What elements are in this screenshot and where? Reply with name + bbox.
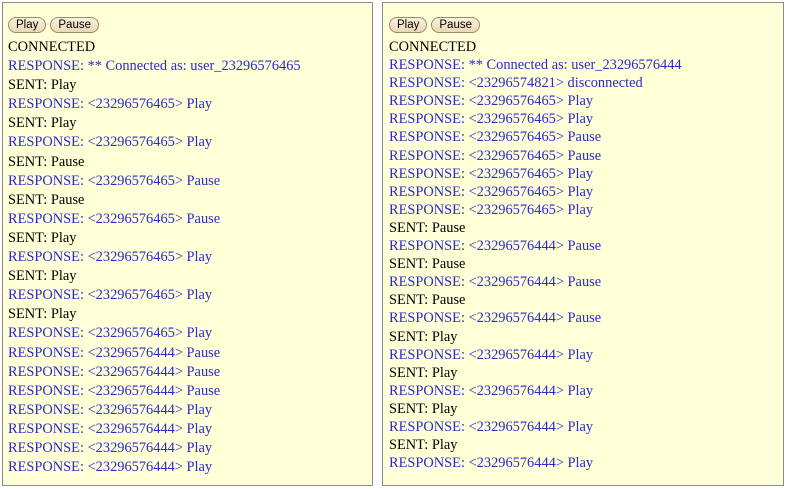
response-line: RESPONSE: <23296576465> Pause xyxy=(8,172,221,189)
status-line: CONNECTED xyxy=(8,39,96,55)
response-line: RESPONSE: <23296576465> Play xyxy=(8,287,213,304)
response-line: RESPONSE: <23296576444> Pause xyxy=(389,238,602,255)
sent-line: SENT: Play xyxy=(8,268,77,285)
response-line: RESPONSE: <23296576444> Pause xyxy=(389,310,602,327)
response-line: RESPONSE: <23296576444> Play xyxy=(389,455,594,472)
pause-button[interactable]: Pause xyxy=(431,17,480,33)
sent-line: SENT: Play xyxy=(8,77,77,94)
response-line: RESPONSE: <23296576465> Play xyxy=(389,165,594,182)
sent-line: SENT: Play xyxy=(389,437,458,454)
response-line: RESPONSE: <23296576465> Play xyxy=(8,134,213,151)
sent-line: SENT: Pause xyxy=(8,153,85,170)
response-line: RESPONSE: <23296576444> Play xyxy=(8,439,213,456)
response-line: RESPONSE: <23296576465> Play xyxy=(389,93,594,110)
response-line: RESPONSE: <23296576465> Pause xyxy=(389,147,602,164)
sent-line: SENT: Play xyxy=(389,328,458,345)
sent-line: SENT: Pause xyxy=(8,191,85,208)
sent-line: SENT: Play xyxy=(8,306,77,323)
response-line: RESPONSE: <23296576465> Play xyxy=(389,183,594,200)
client-panel-right: Play Pause CONNECTED RESPONSE: ** Connect… xyxy=(382,2,784,486)
sent-line: SENT: Pause xyxy=(389,292,466,309)
response-line: RESPONSE: <23296576444> Play xyxy=(389,346,594,363)
response-line: RESPONSE: ** Connected as: user_23296576… xyxy=(389,57,682,74)
response-line: RESPONSE: <23296576444> Pause xyxy=(8,344,221,361)
response-line: RESPONSE: <23296576465> Play xyxy=(8,249,213,266)
response-line: RESPONSE: <23296576444> Pause xyxy=(389,274,602,291)
response-line: RESPONSE: <23296576444> Play xyxy=(389,382,594,399)
response-line: RESPONSE: <23296576465> Pause xyxy=(389,129,602,146)
client-panel-left: Play Pause CONNECTED RESPONSE: ** Connect… xyxy=(2,2,373,486)
response-line: RESPONSE: <23296576444> Play xyxy=(389,418,594,435)
sent-line: SENT: Pause xyxy=(389,256,466,273)
response-line: RESPONSE: <23296576444> Pause xyxy=(8,382,221,399)
response-line: RESPONSE: <23296576444> Play xyxy=(8,459,213,476)
response-line: RESPONSE: <23296576444> Play xyxy=(8,420,213,437)
response-line: RESPONSE: <23296576444> Pause xyxy=(8,363,221,380)
response-line: RESPONSE: ** Connected as: user_23296576… xyxy=(8,58,301,75)
sent-line: SENT: Pause xyxy=(389,219,466,236)
sent-line: SENT: Play xyxy=(389,364,458,381)
response-line: RESPONSE: <23296576465> Play xyxy=(389,111,594,128)
response-line: RESPONSE: <23296576465> Play xyxy=(389,201,594,218)
sent-line: SENT: Play xyxy=(8,229,77,246)
pause-button[interactable]: Pause xyxy=(50,17,99,33)
response-line: RESPONSE: <23296574821> disconnected xyxy=(389,75,643,92)
message-log: CONNECTED RESPONSE: ** Connected as: user… xyxy=(8,38,301,477)
message-log: CONNECTED RESPONSE: ** Connected as: user… xyxy=(389,38,682,472)
response-line: RESPONSE: <23296576444> Play xyxy=(8,401,213,418)
screenshot-stage: Play Pause CONNECTED RESPONSE: ** Connect… xyxy=(0,0,786,489)
sent-line: SENT: Play xyxy=(8,115,77,132)
sent-line: SENT: Play xyxy=(389,400,458,417)
response-line: RESPONSE: <23296576465> Pause xyxy=(8,210,221,227)
play-button[interactable]: Play xyxy=(389,17,428,33)
response-line: RESPONSE: <23296576465> Play xyxy=(8,96,213,113)
response-line: RESPONSE: <23296576465> Play xyxy=(8,325,213,342)
playback-controls: Play Pause xyxy=(8,17,99,33)
play-button[interactable]: Play xyxy=(8,17,47,33)
playback-controls: Play Pause xyxy=(389,17,480,33)
status-line: CONNECTED xyxy=(389,39,477,55)
